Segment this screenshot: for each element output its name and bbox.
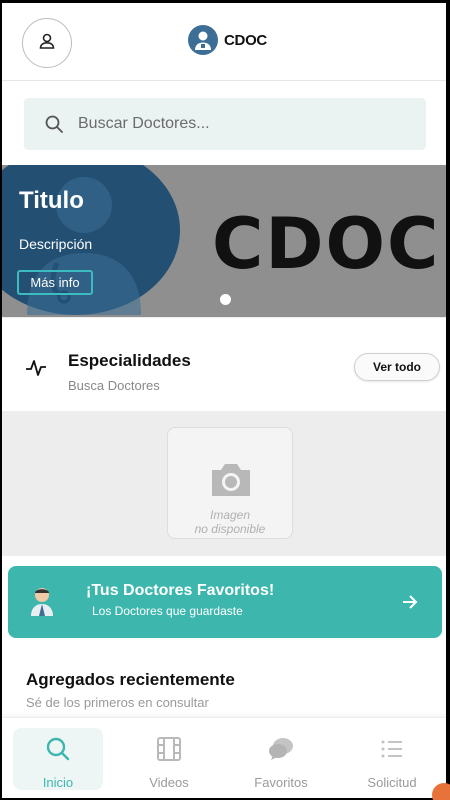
camera-icon bbox=[208, 460, 254, 503]
doctor-avatar-icon bbox=[28, 586, 56, 621]
specialty-card[interactable]: Imagen no disponible bbox=[167, 427, 293, 539]
banner-logo: CDOC bbox=[212, 203, 441, 285]
user-icon bbox=[37, 31, 57, 56]
nav-label: Inicio bbox=[42, 775, 74, 790]
app-header: CDOC bbox=[2, 3, 446, 81]
search-input[interactable] bbox=[78, 115, 378, 133]
image-unavailable-text: Imagen no disponible bbox=[194, 508, 266, 536]
recent-subtitle: Sé de los primeros en consultar bbox=[26, 695, 209, 710]
nav-item-videos[interactable]: Videos bbox=[124, 728, 214, 790]
promo-banner[interactable]: Titulo Descripción Más info CDOC bbox=[2, 165, 446, 317]
chat-bubbles-icon bbox=[268, 736, 294, 767]
specialties-header: Especialidades Busca Doctores Ver todo bbox=[2, 333, 446, 409]
banner-description: Descripción bbox=[19, 236, 93, 252]
carousel-indicator-dot[interactable] bbox=[220, 294, 231, 305]
app-screen: CDOC Titulo Descripción Más info CDOC Es… bbox=[2, 3, 446, 798]
list-icon bbox=[379, 736, 405, 767]
nav-label: Solicitud bbox=[367, 775, 417, 790]
brand-name: CDOC bbox=[224, 31, 267, 49]
search-icon bbox=[44, 114, 64, 134]
favorites-title: ¡Tus Doctores Favoritos! bbox=[86, 582, 275, 599]
search-icon bbox=[45, 736, 71, 767]
banner-title: Titulo bbox=[19, 187, 84, 214]
nav-item-inicio[interactable]: Inicio bbox=[13, 728, 103, 790]
specialties-carousel[interactable]: Imagen no disponible bbox=[2, 411, 446, 556]
more-info-button[interactable]: Más info bbox=[17, 270, 93, 295]
nav-label: Favoritos bbox=[254, 775, 308, 790]
nav-label: Videos bbox=[149, 775, 189, 790]
recent-title: Agregados recientemente bbox=[26, 670, 235, 689]
doctor-logo-icon bbox=[188, 25, 218, 55]
nav-item-solicitud[interactable]: Solicitud bbox=[347, 728, 437, 790]
brand: CDOC bbox=[188, 25, 267, 55]
profile-button[interactable] bbox=[22, 18, 72, 68]
arrow-right-icon bbox=[400, 592, 420, 617]
section-subtitle: Busca Doctores bbox=[68, 378, 160, 393]
see-all-button[interactable]: Ver todo bbox=[354, 353, 440, 381]
bottom-navigation: Inicio Videos Favoritos Solicitud bbox=[2, 717, 446, 798]
film-icon bbox=[156, 736, 182, 767]
search-bar[interactable] bbox=[24, 98, 426, 150]
favorites-subtitle: Los Doctores que guardaste bbox=[92, 604, 243, 618]
section-title: Especialidades bbox=[68, 351, 191, 370]
activity-pulse-icon bbox=[24, 356, 48, 385]
floating-badge[interactable] bbox=[432, 783, 450, 800]
divider bbox=[2, 317, 446, 323]
nav-item-favoritos[interactable]: Favoritos bbox=[236, 728, 326, 790]
favorites-card[interactable]: ¡Tus Doctores Favoritos! Los Doctores qu… bbox=[8, 566, 442, 638]
